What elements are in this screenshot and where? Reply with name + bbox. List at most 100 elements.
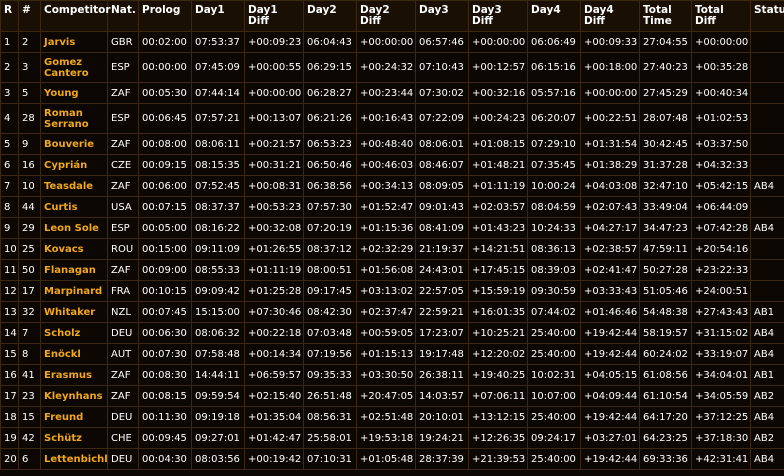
cell-day1: 15:15:00	[192, 302, 244, 322]
cell-day2: 25:58:01	[304, 428, 356, 448]
cell-competitor[interactable]: Freund	[41, 407, 107, 427]
cell-total-diff: +06:44:09	[692, 197, 750, 217]
cell-competitor[interactable]: Whitaker	[41, 302, 107, 322]
column-header-day2[interactable]: Day2	[304, 1, 356, 31]
cell-day1: 08:03:56	[192, 449, 244, 469]
cell-nationality: CZE	[108, 155, 138, 175]
cell-day3: 08:46:07	[416, 155, 468, 175]
column-header-total-time[interactable]: Total Time	[640, 1, 691, 31]
cell-competitor[interactable]: Enöckl	[41, 344, 107, 364]
cell-rank: 8	[1, 197, 18, 217]
cell-competitor[interactable]: Erasmus	[41, 365, 107, 385]
cell-day3-diff: +01:43:23	[469, 218, 527, 238]
cell-bib: 42	[19, 428, 40, 448]
cell-status	[751, 239, 784, 259]
cell-day1: 08:37:37	[192, 197, 244, 217]
cell-total-diff: +01:02:53	[692, 104, 750, 133]
cell-day1-diff: +00:14:34	[245, 344, 303, 364]
cell-competitor[interactable]: Jarvis	[41, 32, 107, 52]
cell-competitor[interactable]: Bouverie	[41, 134, 107, 154]
cell-day2: 07:57:30	[304, 197, 356, 217]
cell-day2: 08:42:30	[304, 302, 356, 322]
column-header-day1[interactable]: Day1	[192, 1, 244, 31]
cell-competitor[interactable]: Young	[41, 83, 107, 103]
cell-total-time: 34:47:23	[640, 218, 691, 238]
cell-prolog: 00:08:30	[139, 365, 191, 385]
cell-day4: 25:40:00	[528, 449, 580, 469]
cell-prolog: 00:04:30	[139, 449, 191, 469]
cell-day3: 21:19:37	[416, 239, 468, 259]
cell-day3-diff: +00:24:23	[469, 104, 527, 133]
cell-bib: 25	[19, 239, 40, 259]
column-header-day4[interactable]: Day4	[528, 1, 580, 31]
cell-competitor[interactable]: Teasdale	[41, 176, 107, 196]
cell-nationality: ESP	[108, 218, 138, 238]
cell-day2: 06:28:27	[304, 83, 356, 103]
cell-day3-diff: +01:08:15	[469, 134, 527, 154]
cell-day2: 06:50:46	[304, 155, 356, 175]
cell-nationality: CHE	[108, 428, 138, 448]
cell-status: AB4	[751, 449, 784, 469]
cell-total-time: 54:48:38	[640, 302, 691, 322]
cell-competitor[interactable]: Marpinard	[41, 281, 107, 301]
cell-total-time: 27:45:29	[640, 83, 691, 103]
cell-nationality: ROU	[108, 239, 138, 259]
cell-competitor[interactable]: Cyprián	[41, 155, 107, 175]
column-header-day3[interactable]: Day3	[416, 1, 468, 31]
cell-prolog: 00:07:15	[139, 197, 191, 217]
cell-competitor[interactable]: Curtis	[41, 197, 107, 217]
cell-day4: 08:39:03	[528, 260, 580, 280]
cell-total-time: 30:42:45	[640, 134, 691, 154]
cell-prolog: 00:00:00	[139, 53, 191, 82]
cell-competitor[interactable]: Scholz	[41, 323, 107, 343]
cell-day2-diff: +00:59:05	[357, 323, 415, 343]
cell-day3-diff: +14:21:51	[469, 239, 527, 259]
cell-bib: 23	[19, 386, 40, 406]
cell-rank: 3	[1, 83, 18, 103]
cell-competitor[interactable]: Kleynhans	[41, 386, 107, 406]
cell-total-time: 33:49:04	[640, 197, 691, 217]
table-row: 19 42 Schütz CHE 00:09:45 09:27:01 +01:42:47 25…	[1, 428, 784, 448]
cell-status	[751, 155, 784, 175]
cell-day4-diff: +19:42:44	[581, 344, 639, 364]
column-header-bib[interactable]: #	[19, 1, 40, 31]
column-header-prolog[interactable]: Prolog	[139, 1, 191, 31]
column-header-total-diff[interactable]: Total Diff	[692, 1, 750, 31]
cell-status: AB4	[751, 218, 784, 238]
cell-total-time: 61:10:54	[640, 386, 691, 406]
cell-day4: 25:40:00	[528, 344, 580, 364]
cell-day3-diff: +16:01:35	[469, 302, 527, 322]
cell-day3-diff: +15:59:19	[469, 281, 527, 301]
cell-status	[751, 260, 784, 280]
cell-competitor[interactable]: Kovacs	[41, 239, 107, 259]
cell-total-diff: +00:40:34	[692, 83, 750, 103]
cell-competitor[interactable]: Flanagan	[41, 260, 107, 280]
cell-day1: 08:16:22	[192, 218, 244, 238]
cell-day4: 10:24:33	[528, 218, 580, 238]
cell-status	[751, 197, 784, 217]
cell-competitor[interactable]: Roman Serrano	[41, 104, 107, 133]
cell-status: AB4	[751, 407, 784, 427]
cell-rank: 9	[1, 218, 18, 238]
cell-day2-diff: +02:32:29	[357, 239, 415, 259]
column-header-status[interactable]: Status	[751, 1, 784, 31]
cell-rank: 2	[1, 53, 18, 82]
cell-total-diff: +00:00:00	[692, 32, 750, 52]
column-header-day3-diff[interactable]: Day3 Diff	[469, 1, 527, 31]
cell-day3-diff: +01:48:21	[469, 155, 527, 175]
column-header-day1-diff[interactable]: Day1 Diff	[245, 1, 303, 31]
cell-competitor[interactable]: Schütz	[41, 428, 107, 448]
column-header-competitor[interactable]: Competitor	[41, 1, 111, 31]
cell-day4-diff: +04:05:15	[581, 365, 639, 385]
cell-competitor[interactable]: Lettenbichler	[41, 449, 107, 469]
cell-status	[751, 104, 784, 133]
cell-day2-diff: +00:16:43	[357, 104, 415, 133]
cell-competitor[interactable]: Leon Sole	[41, 218, 107, 238]
column-header-rank[interactable]: R	[1, 1, 18, 31]
cell-competitor[interactable]: Gomez Cantero	[41, 53, 107, 82]
column-header-day2-diff[interactable]: Day2 Diff	[357, 1, 415, 31]
column-header-nationality[interactable]: Nat.	[108, 1, 138, 31]
cell-total-time: 50:27:28	[640, 260, 691, 280]
column-header-day4-diff[interactable]: Day4 Diff	[581, 1, 639, 31]
cell-rank: 18	[1, 407, 18, 427]
